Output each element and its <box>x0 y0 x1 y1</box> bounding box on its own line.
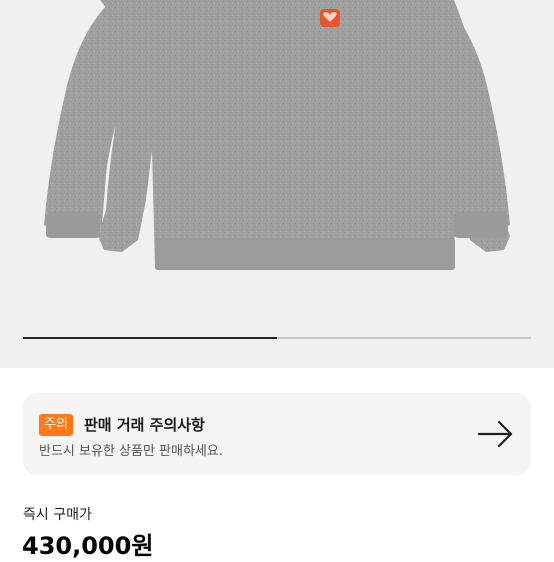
instant-buy-price-label: 즉시 구매가 <box>23 507 92 523</box>
product-image <box>44 0 510 270</box>
sweater-hem <box>155 238 455 270</box>
notice-description: 반드시 보유한 상품만 판매하세요. <box>39 444 223 459</box>
product-image-carousel[interactable] <box>0 0 554 368</box>
carousel-progress-bar <box>23 337 531 339</box>
left-cuff <box>46 212 100 238</box>
right-cuff <box>454 212 508 238</box>
carousel-progress-fill <box>23 337 277 339</box>
heart-patch-icon <box>320 9 340 27</box>
arrow-right-icon[interactable] <box>477 419 517 449</box>
notice-title: 판매 거래 주의사항 <box>84 416 205 434</box>
notice-badge: 주의 <box>39 414 73 436</box>
notice-card[interactable]: 주의 판매 거래 주의사항 반드시 보유한 상품만 판매하세요. <box>23 393 531 475</box>
instant-buy-price: 430,000원 <box>22 532 154 560</box>
